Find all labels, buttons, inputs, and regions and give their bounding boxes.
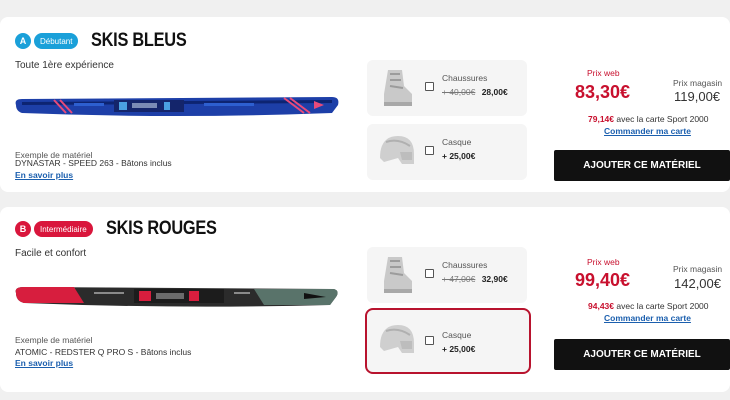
member-price-text: avec la carte Sport 2000: [616, 301, 709, 311]
member-card-price: 79,14€ avec la carte Sport 2000: [588, 114, 709, 124]
option-helmet[interactable]: Casque + 25,00€: [367, 124, 527, 180]
product-title: SKIS ROUGES: [106, 218, 217, 239]
option-new-price: 32,90€: [481, 274, 508, 284]
more-info-link[interactable]: En savoir plus: [15, 170, 73, 180]
option-name: Chaussures: [442, 73, 488, 83]
helmet-checkbox[interactable]: [425, 146, 434, 155]
ski-image[interactable]: [14, 281, 340, 315]
product-subtitle: Facile et confort: [15, 248, 87, 259]
web-price-label: Prix web: [587, 257, 620, 267]
helmet-checkbox[interactable]: [425, 336, 434, 345]
option-name: Casque: [442, 330, 472, 340]
option-boots[interactable]: Chaussures + 40,00€ 28,00€: [367, 60, 527, 116]
order-card-link[interactable]: Commander ma carte: [604, 313, 691, 323]
option-price: + 47,00€ 32,90€: [442, 274, 508, 284]
member-price-text: avec la carte Sport 2000: [616, 114, 709, 124]
order-card-link[interactable]: Commander ma carte: [604, 126, 691, 136]
example-model: ATOMIC - REDSTER Q PRO S - Bâtons inclus: [15, 347, 192, 357]
helmet-icon: [372, 128, 420, 176]
option-price: + 25,00€: [442, 344, 476, 354]
option-name: Casque: [442, 137, 472, 147]
product-title: SKIS BLEUS: [91, 30, 187, 51]
level-badge: Intermédiaire: [34, 221, 93, 237]
web-price: 83,30€: [575, 82, 631, 102]
example-model: DYNASTAR - SPEED 263 - Bâtons inclus: [15, 158, 172, 168]
boots-checkbox[interactable]: [425, 269, 434, 278]
ski-boot-icon: [372, 251, 420, 299]
option-price: + 25,00€: [442, 151, 476, 161]
store-price-label: Prix magasin: [673, 78, 723, 88]
level-letter: A: [15, 33, 31, 49]
member-card-price: 94,43€ avec la carte Sport 2000: [588, 301, 709, 311]
level-badge: Débutant: [34, 33, 79, 49]
rental-card-blue: A Débutant SKIS BLEUS Toute 1ère expérie…: [0, 17, 730, 192]
web-price-label: Prix web: [587, 68, 620, 78]
option-price: + 40,00€ 28,00€: [442, 87, 508, 97]
add-equipment-button[interactable]: AJOUTER CE MATÉRIEL: [554, 150, 730, 181]
store-price: 142,00€: [674, 276, 721, 291]
option-old-price: + 47,00€: [442, 274, 476, 284]
web-price: 99,40€: [575, 270, 631, 290]
add-equipment-button[interactable]: AJOUTER CE MATÉRIEL: [554, 339, 730, 370]
option-new-price: 28,00€: [481, 87, 508, 97]
level-letter: B: [15, 221, 31, 237]
level-indicator: A Débutant: [15, 33, 79, 49]
member-price-value: 94,43€: [588, 301, 614, 311]
level-indicator: B Intermédiaire: [15, 221, 93, 237]
helmet-icon: [372, 317, 420, 365]
ski-boot-icon: [372, 64, 420, 112]
rental-card-red: B Intermédiaire SKIS ROUGES Facile et co…: [0, 207, 730, 392]
ski-image[interactable]: [14, 91, 340, 125]
option-boots[interactable]: Chaussures + 47,00€ 32,90€: [367, 247, 527, 303]
option-helmet[interactable]: Casque + 25,00€: [365, 308, 531, 374]
option-name: Chaussures: [442, 260, 488, 270]
option-old-price: + 40,00€: [442, 87, 476, 97]
example-label: Exemple de matériel: [15, 335, 93, 345]
boots-checkbox[interactable]: [425, 82, 434, 91]
store-price: 119,00€: [674, 89, 721, 104]
store-price-label: Prix magasin: [673, 264, 723, 274]
member-price-value: 79,14€: [588, 114, 614, 124]
product-subtitle: Toute 1ère expérience: [15, 60, 114, 71]
more-info-link[interactable]: En savoir plus: [15, 358, 73, 368]
